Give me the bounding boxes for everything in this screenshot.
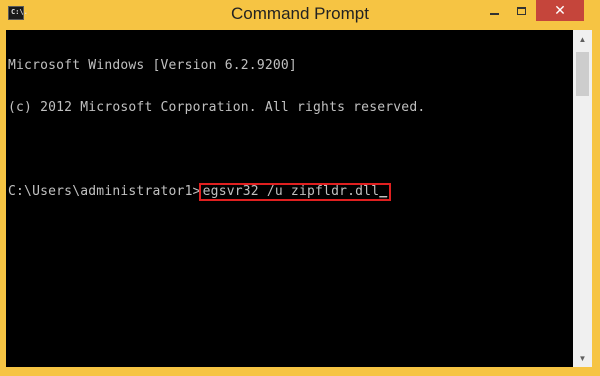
highlighted-command: egsvr32 /u zipfldr.dll_	[198, 183, 392, 201]
scroll-thumb[interactable]	[576, 52, 589, 96]
console-line: Microsoft Windows [Version 6.2.9200]	[8, 58, 297, 73]
console-output: Microsoft Windows [Version 6.2.9200] (c)…	[8, 31, 425, 227]
text-cursor: _	[379, 184, 388, 199]
vertical-scrollbar[interactable]: ▲ ▼	[573, 30, 592, 367]
close-icon: ✕	[554, 2, 566, 19]
scroll-up-arrow-icon[interactable]: ▲	[573, 30, 592, 48]
minimize-icon	[490, 12, 499, 15]
close-button[interactable]: ✕	[536, 0, 584, 21]
maximize-icon	[517, 6, 526, 15]
command-prompt-window: C:\. Command Prompt ✕ Microsoft Windows …	[0, 0, 600, 376]
command-text: egsvr32 /u zipfldr.dll	[202, 184, 380, 199]
scroll-down-arrow-icon[interactable]: ▼	[573, 349, 592, 367]
minimize-button[interactable]	[481, 0, 508, 21]
console-line: (c) 2012 Microsoft Corporation. All righ…	[8, 100, 426, 115]
title-bar[interactable]: C:\. Command Prompt ✕	[0, 0, 600, 30]
maximize-button[interactable]	[508, 0, 535, 21]
console-area[interactable]: Microsoft Windows [Version 6.2.9200] (c)…	[6, 30, 573, 367]
command-line: C:\Users\administrator1> egsvr32 /u zipfl…	[8, 183, 425, 201]
prompt-text: C:\Users\administrator1>	[8, 184, 201, 199]
